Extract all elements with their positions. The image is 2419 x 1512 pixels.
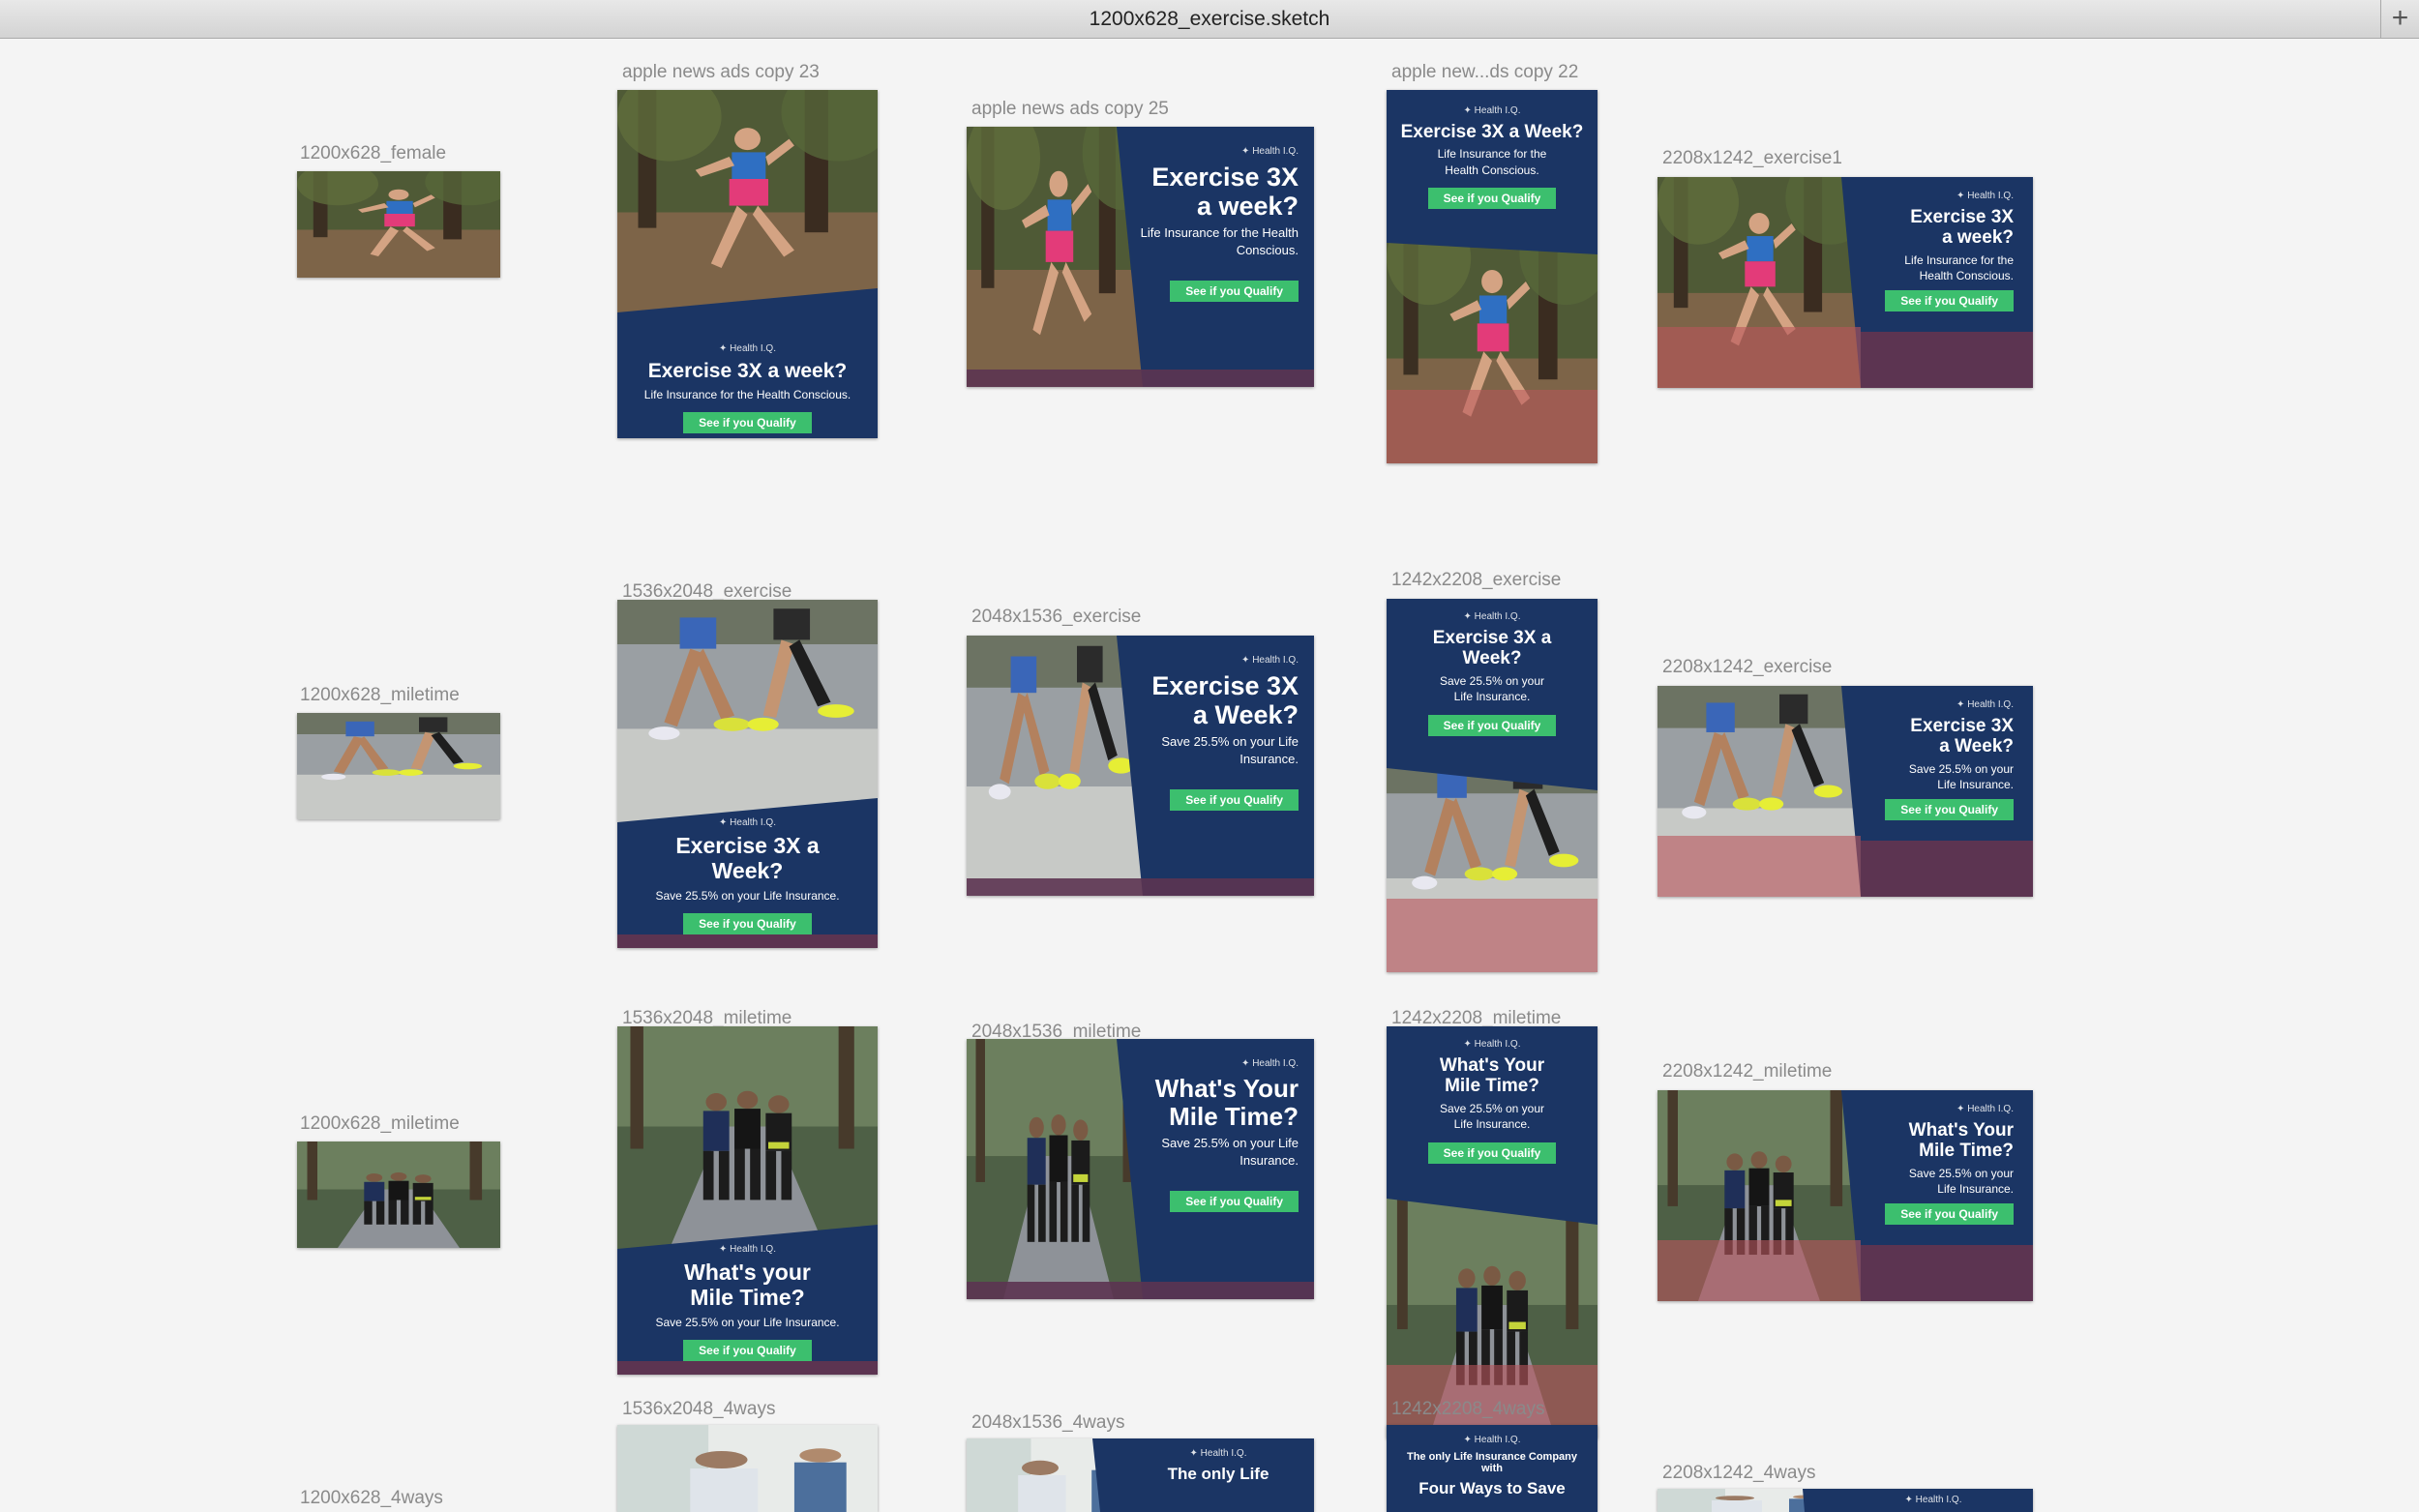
cta-button[interactable]: See if you Qualify xyxy=(1885,289,2014,311)
health-iq-logo-icon: ✦ Health I.Q. xyxy=(719,1244,776,1255)
ad-headline: The only Life Insurance Company with xyxy=(1406,1451,1578,1475)
health-iq-logo-icon: ✦ Health I.Q. xyxy=(1189,1448,1247,1459)
runner-legs-photo xyxy=(297,713,500,819)
artboard-label[interactable]: 2208x1242_4ways xyxy=(1662,1463,1815,1484)
window-titlebar: 1200x628_exercise.sketch + xyxy=(0,0,2419,39)
cta-button[interactable]: See if you Qualify xyxy=(1170,281,1299,303)
artboard-1200x628-miletime-b[interactable] xyxy=(297,1141,500,1248)
artboard-label[interactable]: 1242x2208_4ways xyxy=(1391,1399,1544,1420)
cta-button[interactable]: See if you Qualify xyxy=(1427,188,1557,210)
artboard-2048x1536-exercise[interactable]: ✦ Health I.Q. Exercise 3X a Week? Save 2… xyxy=(967,636,1314,896)
ad-headline: What's Your Mile Time? xyxy=(1154,1074,1299,1132)
ad-subtitle: Save 25.5% on your Life Insurance. xyxy=(1161,1136,1299,1169)
artboard-2048x1536-4ways[interactable]: ✦ Health I.Q. The only Life xyxy=(967,1438,1314,1512)
cta-button[interactable]: See if you Qualify xyxy=(683,1340,812,1362)
artboard-apple-news-copy-25[interactable]: ✦ Health I.Q. Exercise 3X a week? Life I… xyxy=(967,127,1314,387)
health-iq-logo-icon: ✦ Health I.Q. xyxy=(1463,1435,1521,1445)
health-iq-logo-icon: ✦ Health I.Q. xyxy=(1956,699,2014,710)
artboard-label[interactable]: 2048x1536_exercise xyxy=(971,607,1141,628)
ad-headline: Exercise 3X a week? xyxy=(1910,207,2014,249)
ad-subtitle: Life Insurance for the Health Conscious. xyxy=(1904,252,2014,283)
health-iq-logo-icon: ✦ Health I.Q. xyxy=(1904,1495,1962,1505)
artboard-1200x628-female[interactable] xyxy=(297,171,500,278)
artboard-label[interactable]: 1200x628_female xyxy=(300,143,446,164)
artboard-label[interactable]: 2208x1242_exercise1 xyxy=(1662,148,1842,169)
cta-button[interactable]: See if you Qualify xyxy=(1427,714,1557,736)
artboard-2208x1242-miletime[interactable]: ✦ Health I.Q. What's Your Mile Time? Sav… xyxy=(1657,1090,2033,1301)
health-iq-logo-icon: ✦ Health I.Q. xyxy=(1956,191,2014,201)
artboard-label[interactable]: apple new...ds copy 22 xyxy=(1391,62,1578,83)
artboard-1536x2048-miletime[interactable]: ✦ Health I.Q. What's your Mile Time? Sav… xyxy=(617,1026,878,1375)
health-iq-logo-icon: ✦ Health I.Q. xyxy=(1241,655,1299,666)
artboard-label[interactable]: apple news ads copy 25 xyxy=(971,99,1169,120)
artboard-apple-news-copy-22[interactable]: ✦ Health I.Q. Exercise 3X a Week? Life I… xyxy=(1387,90,1598,463)
health-iq-logo-icon: ✦ Health I.Q. xyxy=(1463,611,1521,622)
sketch-canvas[interactable]: 1200x628_female 1200x628_miletime 1200x6… xyxy=(0,40,2419,1512)
artboard-2048x1536-miletime[interactable]: ✦ Health I.Q. What's Your Mile Time? Sav… xyxy=(967,1039,1314,1299)
cta-button[interactable]: See if you Qualify xyxy=(1427,1141,1557,1164)
ad-subtitle: Life Insurance for the Health Conscious. xyxy=(1437,147,1547,177)
health-iq-logo-icon: ✦ Health I.Q. xyxy=(719,343,776,354)
ad-headline: What's your Mile Time? xyxy=(684,1260,811,1310)
group-runners-photo xyxy=(297,1141,500,1248)
cta-button[interactable]: See if you Qualify xyxy=(683,913,812,935)
ad-subtitle: Save 25.5% on your Life Insurance. xyxy=(1439,1101,1545,1132)
artboard-1200x628-miletime-a[interactable] xyxy=(297,713,500,819)
plus-icon[interactable]: + xyxy=(2380,0,2419,39)
health-iq-logo-icon: ✦ Health I.Q. xyxy=(1956,1104,2014,1114)
artboard-label[interactable]: apple news ads copy 23 xyxy=(622,62,820,83)
ad-headline: What's Your Mile Time? xyxy=(1908,1120,2014,1162)
artboard-label[interactable]: 2208x1242_exercise xyxy=(1662,657,1832,678)
artboard-label[interactable]: 2208x1242_miletime xyxy=(1662,1061,1832,1082)
cta-button[interactable]: See if you Qualify xyxy=(1885,798,2014,820)
ad-subtitle: Save 25.5% on your Life Insurance. xyxy=(655,888,840,903)
ad-headline: Exercise 3X a Week? xyxy=(1910,716,2014,757)
ad-subtitle: Save 25.5% on your Life Insurance. xyxy=(1908,761,2014,792)
ad-headline: Exercise 3X a Week? xyxy=(1432,628,1552,669)
artboard-1242x2208-exercise[interactable]: ✦ Health I.Q. Exercise 3X a Week? Save 2… xyxy=(1387,599,1598,972)
ad-subtitle: Life Insurance for the Health Conscious. xyxy=(1140,225,1299,258)
ad-subtitle: Save 25.5% on your Life Insurance. xyxy=(1439,673,1545,704)
artboard-label[interactable]: 1200x628_miletime xyxy=(300,685,460,706)
ad-headline: Exercise 3X a Week? xyxy=(1151,671,1299,730)
health-iq-logo-icon: ✦ Health I.Q. xyxy=(1241,1058,1299,1069)
artboard-label[interactable]: 1200x628_miletime xyxy=(300,1113,460,1135)
runner-photo xyxy=(297,171,500,278)
artboard-label[interactable]: 1242x2208_exercise xyxy=(1391,570,1561,591)
artboard-1536x2048-exercise[interactable]: ✦ Health I.Q. Exercise 3X a Week? Save 2… xyxy=(617,600,878,948)
cta-button[interactable]: See if you Qualify xyxy=(683,412,812,434)
artboard-2208x1242-exercise1[interactable]: ✦ Health I.Q. Exercise 3X a week? Life I… xyxy=(1657,177,2033,388)
cta-button[interactable]: See if you Qualify xyxy=(1170,789,1299,812)
ad-headline: Exercise 3X a week? xyxy=(1151,163,1299,222)
ad-subtitle: Save 25.5% on your Life Insurance. xyxy=(655,1315,840,1329)
ad-headline-secondary: Four Ways to Save xyxy=(1419,1478,1566,1497)
artboard-label[interactable]: 2048x1536_4ways xyxy=(971,1412,1124,1434)
health-iq-logo-icon: ✦ Health I.Q. xyxy=(719,817,776,828)
ad-subtitle: Save 25.5% on your Life Insurance. xyxy=(1161,734,1299,767)
health-iq-logo-icon: ✦ Health I.Q. xyxy=(1463,105,1521,116)
window-title: 1200x628_exercise.sketch xyxy=(1089,8,1330,30)
ad-headline: Exercise 3X a Week? xyxy=(1400,122,1584,142)
ad-headline: Exercise 3X a week? xyxy=(647,360,848,382)
health-iq-logo-icon: ✦ Health I.Q. xyxy=(1463,1039,1521,1050)
ad-subtitle: Life Insurance for the Health Conscious. xyxy=(643,387,851,401)
artboard-1242x2208-miletime[interactable]: ✦ Health I.Q. What's Your Mile Time? Sav… xyxy=(1387,1026,1598,1438)
ad-headline: Exercise 3X a Week? xyxy=(675,833,820,883)
cta-button[interactable]: See if you Qualify xyxy=(1170,1191,1299,1213)
health-iq-logo-icon: ✦ Health I.Q. xyxy=(1241,146,1299,157)
ad-subtitle: Save 25.5% on your Life Insurance. xyxy=(1908,1166,2014,1197)
artboard-label[interactable]: 1200x628_4ways xyxy=(300,1488,443,1509)
artboard-2208x1242-4ways[interactable]: ✦ Health I.Q. xyxy=(1657,1489,2033,1512)
ad-headline: The only Life xyxy=(1167,1465,1269,1483)
artboard-2208x1242-exercise[interactable]: ✦ Health I.Q. Exercise 3X a Week? Save 2… xyxy=(1657,686,2033,897)
cta-button[interactable]: See if you Qualify xyxy=(1885,1202,2014,1225)
artboard-1536x2048-4ways[interactable] xyxy=(617,1425,878,1512)
artboard-label[interactable]: 1536x2048_4ways xyxy=(622,1399,775,1420)
family-photo xyxy=(617,1425,878,1512)
ad-headline: What's Your Mile Time? xyxy=(1439,1055,1545,1097)
artboard-apple-news-copy-23[interactable]: ✦ Health I.Q. Exercise 3X a week? Life I… xyxy=(617,90,878,438)
artboard-1242x2208-4ways[interactable]: ✦ Health I.Q. The only Life Insurance Co… xyxy=(1387,1425,1598,1512)
